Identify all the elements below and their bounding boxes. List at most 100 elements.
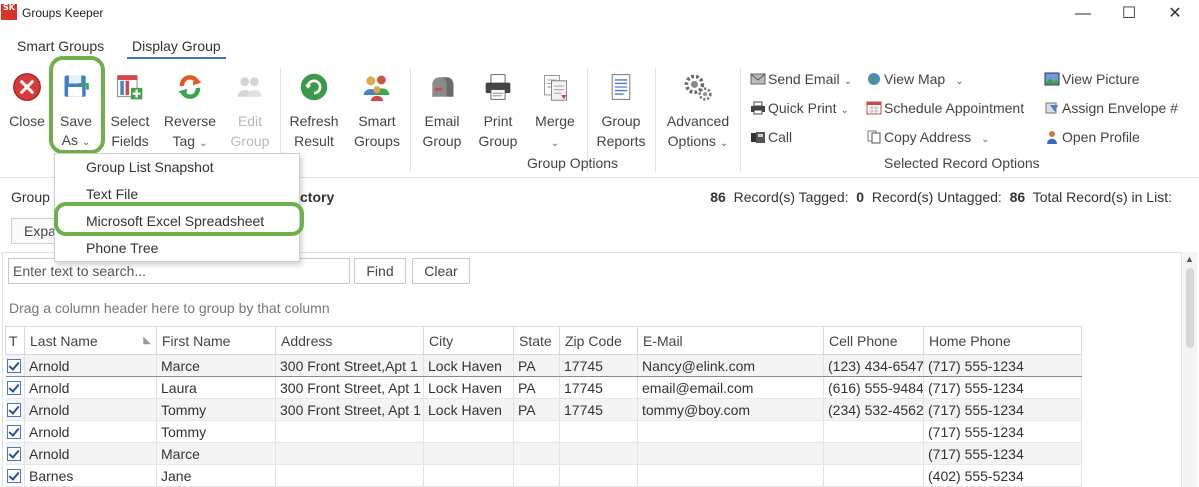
group-name-value: ctory — [300, 189, 335, 205]
selected-record-options-label: Selected Record Options — [884, 155, 1040, 171]
untagged-count: 0 — [856, 189, 865, 205]
print-label: Print — [483, 113, 513, 129]
tag-checkbox[interactable] — [6, 424, 21, 439]
cell-cell-phone: (616) 555-9484 — [823, 376, 924, 399]
calendar-icon — [866, 101, 882, 115]
column-header-cell-phone[interactable]: Cell Phone — [823, 326, 924, 355]
cell-email — [637, 464, 824, 487]
cell-state: PA — [513, 376, 560, 399]
cell-last-name: Arnold — [24, 442, 157, 465]
tab-smart-groups[interactable]: Smart Groups — [17, 38, 104, 57]
column-header-email[interactable]: E-Mail — [637, 326, 824, 355]
cell-email: Nancy@elink.com — [637, 354, 824, 377]
tagged-count: 86 — [710, 189, 726, 205]
cell-city: Lock Haven — [423, 398, 514, 421]
minimize-button[interactable]: — — [1060, 3, 1106, 27]
cell-cell-phone — [823, 464, 924, 487]
email-group-button[interactable]: Email Group — [418, 62, 466, 151]
close-window-button[interactable]: ✕ — [1152, 3, 1198, 27]
cell-address: 300 Front Street, Apt 1 — [275, 376, 424, 399]
column-header-zip[interactable]: Zip Code — [559, 326, 638, 355]
phone-icon — [751, 132, 765, 143]
group-reports-button[interactable]: Group Reports — [594, 62, 648, 151]
open-profile-button[interactable]: Open Profile — [1044, 127, 1140, 147]
open-profile-label: Open Profile — [1062, 129, 1140, 145]
smart-groups-button[interactable]: Smart Groups — [350, 62, 404, 151]
email-label: Email — [424, 113, 460, 129]
send-email-button[interactable]: Send Email ⌄ — [750, 69, 852, 89]
tag-checkbox[interactable] — [6, 468, 21, 483]
copy-address-button[interactable]: Copy Address ⌄ — [866, 127, 990, 147]
print-group-button[interactable]: Print Group — [474, 62, 522, 151]
column-header-city[interactable]: City — [423, 326, 514, 355]
cell-zip: 17745 — [559, 398, 638, 421]
print-group-label: Group — [478, 133, 518, 149]
save-as-highlight — [49, 56, 105, 154]
cell-address: 300 Front Street, Apt 1 — [275, 398, 424, 421]
tag-label: Tag — [172, 133, 196, 149]
table-row[interactable]: Barnes Jane (402) 555-5234 — [5, 464, 1082, 487]
total-label: Total Record(s) in List: — [1032, 189, 1172, 205]
scroll-up-icon[interactable]: ▲ — [1185, 254, 1194, 264]
menu-item-text-file[interactable]: Text File — [86, 186, 138, 202]
ribbon-separator — [410, 68, 411, 172]
column-header-state[interactable]: State — [513, 326, 560, 355]
refresh-result-button[interactable]: Refresh Result — [286, 62, 342, 151]
view-picture-button[interactable]: View Picture — [1044, 69, 1140, 89]
ribbon-separator — [655, 68, 656, 172]
table-row[interactable]: Arnold Marce (717) 555-1234 — [5, 442, 1082, 465]
record-stats: 86 Record(s) Tagged: 0 Record(s) Untagge… — [710, 189, 1172, 205]
view-map-button[interactable]: View Map ⌄ — [866, 69, 964, 89]
advanced-options-button[interactable]: Advanced Options ⌄ — [662, 62, 734, 154]
menu-item-group-list-snapshot[interactable]: Group List Snapshot — [86, 159, 214, 175]
maximize-button[interactable]: ☐ — [1106, 3, 1152, 27]
menu-item-phone-tree[interactable]: Phone Tree — [86, 240, 158, 256]
cell-zip — [559, 442, 638, 465]
vertical-scrollbar[interactable]: ▲ — [1183, 252, 1197, 487]
scroll-thumb[interactable] — [1186, 268, 1194, 348]
column-header-address[interactable]: Address — [275, 326, 424, 355]
cell-state — [513, 464, 560, 487]
edit-group-button[interactable]: Edit Group — [226, 62, 274, 151]
copy-icon — [867, 130, 881, 144]
table-row[interactable]: Arnold Tommy 300 Front Street, Apt 1 Loc… — [5, 398, 1082, 421]
view-picture-label: View Picture — [1062, 71, 1140, 87]
column-header-first-name[interactable]: First Name — [156, 326, 276, 355]
quick-print-button[interactable]: Quick Print ⌄ — [750, 98, 849, 118]
table-row[interactable]: Arnold Laura 300 Front Street, Apt 1 Loc… — [5, 376, 1082, 399]
column-header-last-name[interactable]: Last Name ◣ — [24, 326, 157, 355]
envelope-number-icon — [1045, 102, 1058, 114]
assign-envelope-button[interactable]: Assign Envelope # — [1044, 98, 1178, 118]
clear-button[interactable]: Clear — [412, 258, 470, 284]
merge-button[interactable]: Merge ⌄ — [530, 62, 580, 154]
close-button[interactable]: Close — [6, 62, 48, 131]
tag-checkbox[interactable] — [6, 402, 21, 417]
cell-address — [275, 464, 424, 487]
select-fields-button[interactable]: Select Fields — [105, 62, 155, 151]
reverse-tag-button[interactable]: Reverse Tag ⌄ — [163, 62, 217, 154]
email-group-label: Group — [422, 133, 462, 149]
table-row[interactable]: Arnold Marce 300 Front Street,Apt 1 Lock… — [5, 354, 1082, 377]
table-row[interactable]: Arnold Tommy (717) 555-1234 — [5, 420, 1082, 443]
tab-display-group[interactable]: Display Group — [127, 38, 226, 59]
schedule-appointment-button[interactable]: Schedule Appointment — [866, 98, 1024, 118]
ribbon-separator — [740, 68, 741, 172]
cell-first-name: Marce — [156, 354, 276, 377]
result-label: Result — [294, 133, 334, 149]
cell-home-phone: (717) 555-1234 — [923, 376, 1082, 399]
person-icon — [1047, 131, 1057, 144]
cell-cell-phone — [823, 420, 924, 443]
fields-label: Fields — [111, 133, 149, 149]
cell-last-name: Barnes — [24, 464, 157, 487]
tag-checkbox[interactable] — [6, 446, 21, 461]
chevron-down-icon: ⌄ — [981, 134, 990, 145]
call-label: Call — [768, 129, 793, 145]
tag-checkbox[interactable] — [6, 358, 21, 373]
cell-zip — [559, 420, 638, 443]
column-header-tag[interactable]: T — [5, 326, 25, 355]
column-header-home-phone[interactable]: Home Phone — [923, 326, 1082, 355]
find-button[interactable]: Find — [354, 258, 406, 284]
call-button[interactable]: Call — [750, 127, 792, 147]
cell-first-name: Laura — [156, 376, 276, 399]
tag-checkbox[interactable] — [6, 380, 21, 395]
